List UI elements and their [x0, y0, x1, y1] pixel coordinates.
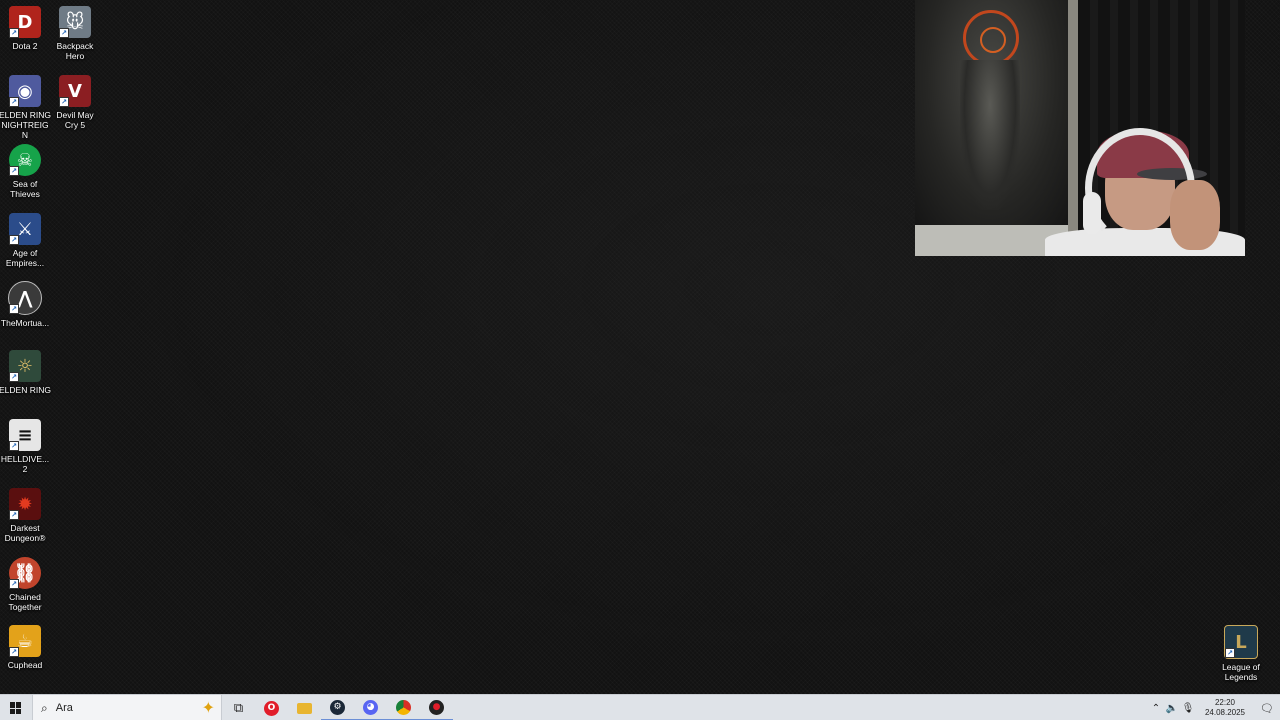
desktop-icon-label: Backpack Hero	[56, 41, 94, 61]
search-highlight-icon: ✦	[201, 698, 215, 717]
taskbar-recorder[interactable]: ●	[420, 695, 453, 720]
system-tray: ⌃ 🔈 🎙 22:20 24.08.2025 🗨	[1148, 695, 1280, 720]
desktop-icon-league-of-legends[interactable]: L ↗ League of Legends	[1216, 625, 1266, 682]
desktop-icon-dota2[interactable]: D ↗ Dota 2	[0, 6, 50, 51]
elden-ring-icon: ☼ ↗	[9, 350, 41, 382]
desktop-icon-label: Dota 2	[12, 41, 38, 51]
desktop-icon-sea-of-thieves[interactable]: ☠ ↗ Sea of Thieves	[0, 144, 50, 199]
microphone-icon[interactable]: 🎙	[1180, 703, 1196, 714]
the-mortuary-assistant-icon: ⋀ ↗	[8, 281, 42, 315]
desktop-icon-label: Chained Together	[8, 592, 42, 612]
devil-may-cry-5-icon: V ↗	[59, 75, 91, 107]
taskbar-opera[interactable]: O	[255, 695, 288, 720]
desktop-icon-label: Cuphead	[7, 660, 43, 670]
desktop-icon-chained-together[interactable]: ⛓ ↗ Chained Together	[0, 557, 50, 612]
backpack-hero-icon: 🐭 ↗	[59, 6, 91, 38]
notification-icon[interactable]: 🗨	[1254, 702, 1280, 715]
desktop-icon-label: Devil May Cry 5	[56, 110, 94, 130]
desktop-icon-elden-ring[interactable]: ☼ ↗ ELDEN RING	[0, 350, 51, 395]
desktop-icon-age-of-empires[interactable]: ⚔ ↗ Age of Empires...	[0, 213, 50, 268]
recorder-icon: ●	[429, 699, 444, 715]
clock-date: 24.08.2025	[1204, 708, 1246, 717]
taskbar-discord[interactable]: ◕	[354, 695, 387, 720]
desktop-icon-elden-ring-nightreign[interactable]: ◉ ↗ ELDEN RING NIGHTREIGN	[0, 75, 51, 140]
task-view-icon: ⧉	[233, 700, 244, 716]
taskbar: ⌕ Ara ✦ ⧉ O ⚙ ◕ ● ⌃ 🔈 🎙 22:20 24.08.2025…	[0, 694, 1280, 720]
sea-of-thieves-icon: ☠ ↗	[9, 144, 41, 176]
desktop-icon-helldivers-2[interactable]: ≡ ↗ HELLDIVE... 2	[0, 419, 50, 474]
search-box[interactable]: ⌕ Ara ✦	[32, 695, 222, 720]
chevron-up-icon[interactable]: ⌃	[1148, 703, 1164, 714]
desktop-icon-devil-may-cry-5[interactable]: V ↗ Devil May Cry 5	[50, 75, 100, 130]
start-button[interactable]	[0, 695, 32, 720]
darkest-dungeon-icon: ✹ ↗	[9, 488, 41, 520]
taskbar-chrome[interactable]	[387, 695, 420, 720]
desktop-icon-darkest-dungeon[interactable]: ✹ ↗ Darkest Dungeon®	[0, 488, 50, 543]
age-of-empires-icon: ⚔ ↗	[9, 213, 41, 245]
elden-ring-nightreign-icon: ◉ ↗	[9, 75, 41, 107]
taskbar-steam[interactable]: ⚙	[321, 695, 354, 720]
desktop-icon-label: Age of Empires...	[5, 248, 45, 268]
desktop-icon-label: Sea of Thieves	[10, 179, 40, 199]
desktop-icon-label: ELDEN RING	[0, 385, 51, 395]
desktop-icon-backpack-hero[interactable]: 🐭 ↗ Backpack Hero	[50, 6, 100, 61]
steam-icon: ⚙	[330, 699, 345, 715]
opera-icon: O	[264, 700, 279, 716]
chained-together-icon: ⛓ ↗	[9, 557, 41, 589]
cuphead-icon: ☕ ↗	[9, 625, 41, 657]
windows-icon	[10, 702, 22, 714]
desktop-icon-label: HELLDIVE... 2	[0, 454, 50, 474]
desktop-icon-the-mortuary-assistant[interactable]: ⋀ ↗ TheMortua...	[0, 281, 50, 328]
folder-icon	[297, 702, 312, 714]
task-view-button[interactable]: ⧉	[222, 695, 255, 720]
helldivers-2-icon: ≡ ↗	[9, 419, 41, 451]
desktop-icon-label: ELDEN RING NIGHTREIGN	[0, 110, 51, 140]
discord-icon: ◕	[363, 699, 378, 715]
taskbar-file-explorer[interactable]	[288, 695, 321, 720]
league-of-legends-icon: L ↗	[1224, 625, 1258, 659]
search-placeholder: Ara	[55, 702, 73, 714]
wall-poster	[915, 0, 1068, 225]
desktop-icon-cuphead[interactable]: ☕ ↗ Cuphead	[0, 625, 50, 670]
search-icon: ⌕	[41, 700, 48, 715]
dota2-icon: D ↗	[9, 6, 41, 38]
clock[interactable]: 22:20 24.08.2025	[1200, 698, 1250, 718]
volume-icon[interactable]: 🔈	[1164, 703, 1180, 714]
desktop-icon-label: TheMortua...	[0, 318, 50, 328]
desktop: D ↗ Dota 2 🐭 ↗ Backpack Hero ◉ ↗ ELDEN RING…	[0, 0, 1280, 694]
chrome-icon	[396, 699, 411, 715]
desktop-icon-label: League of Legends	[1222, 662, 1260, 682]
desktop-icon-label: Darkest Dungeon®	[4, 523, 46, 543]
webcam-overlay	[915, 0, 1245, 256]
clock-time: 22:20	[1214, 698, 1236, 707]
